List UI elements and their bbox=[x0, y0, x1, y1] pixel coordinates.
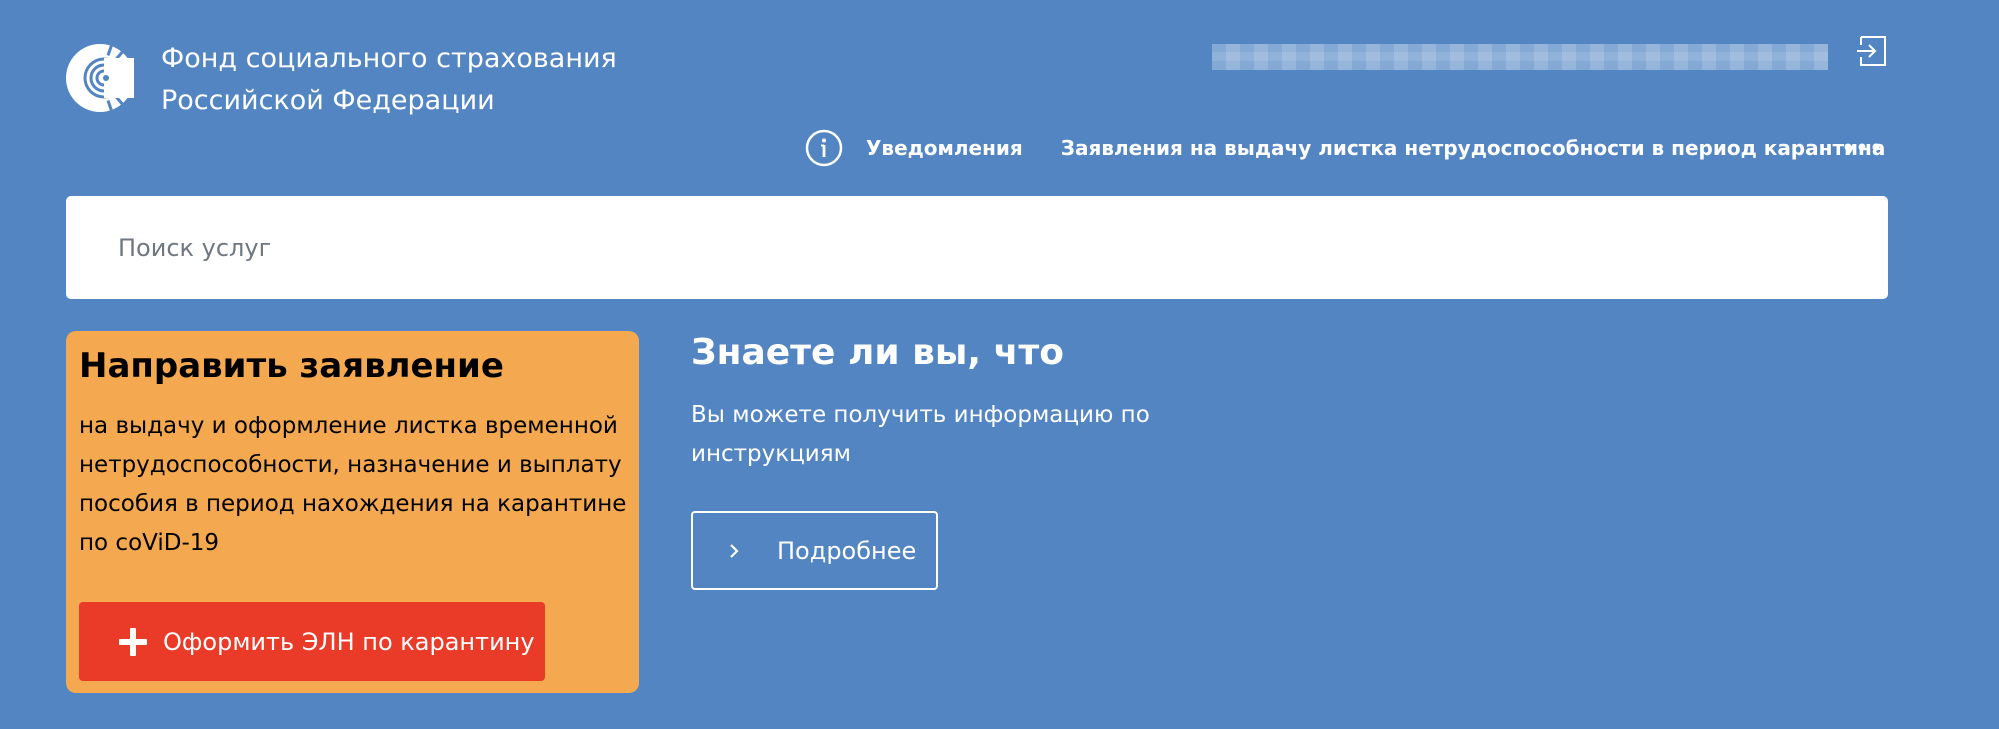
did-you-know-text: Вы можете получить информацию по инструк… bbox=[691, 402, 1150, 467]
logout-icon[interactable] bbox=[1855, 34, 1889, 68]
search-input[interactable] bbox=[66, 196, 1888, 299]
top-navigation: Уведомления Заявления на выдачу листка н… bbox=[805, 128, 1885, 168]
organization-name-line1: Фонд социального страхования bbox=[161, 43, 617, 74]
did-you-know-title: Знаете ли вы, что bbox=[691, 332, 1064, 373]
apply-quarantine-eln-button[interactable]: Оформить ЭЛН по карантину bbox=[79, 602, 545, 681]
apply-card-text: на выдачу и оформление листка временной … bbox=[79, 413, 627, 556]
more-dots-icon[interactable] bbox=[1843, 136, 1881, 158]
apply-quarantine-eln-button-label: Оформить ЭЛН по карантину bbox=[163, 627, 535, 656]
organization-name-line2: Российской Федерации bbox=[161, 85, 495, 116]
nav-link-quarantine-applications[interactable]: Заявления на выдачу листка нетрудоспособ… bbox=[1061, 136, 1886, 160]
info-icon[interactable] bbox=[805, 129, 843, 167]
details-button-label: Подробнее bbox=[777, 536, 917, 565]
nav-link-notifications[interactable]: Уведомления bbox=[866, 136, 1023, 160]
fss-logo-icon bbox=[66, 44, 134, 112]
plus-icon bbox=[119, 627, 147, 656]
details-button[interactable]: Подробнее bbox=[691, 511, 938, 590]
organization-name: Фонд социального страхования Российской … bbox=[161, 38, 617, 122]
apply-card-title: Направить заявление bbox=[79, 346, 504, 386]
apply-card: Направить заявление на выдачу и оформлен… bbox=[66, 331, 639, 693]
user-name-blurred bbox=[1212, 44, 1828, 70]
chevron-right-icon bbox=[730, 543, 739, 558]
